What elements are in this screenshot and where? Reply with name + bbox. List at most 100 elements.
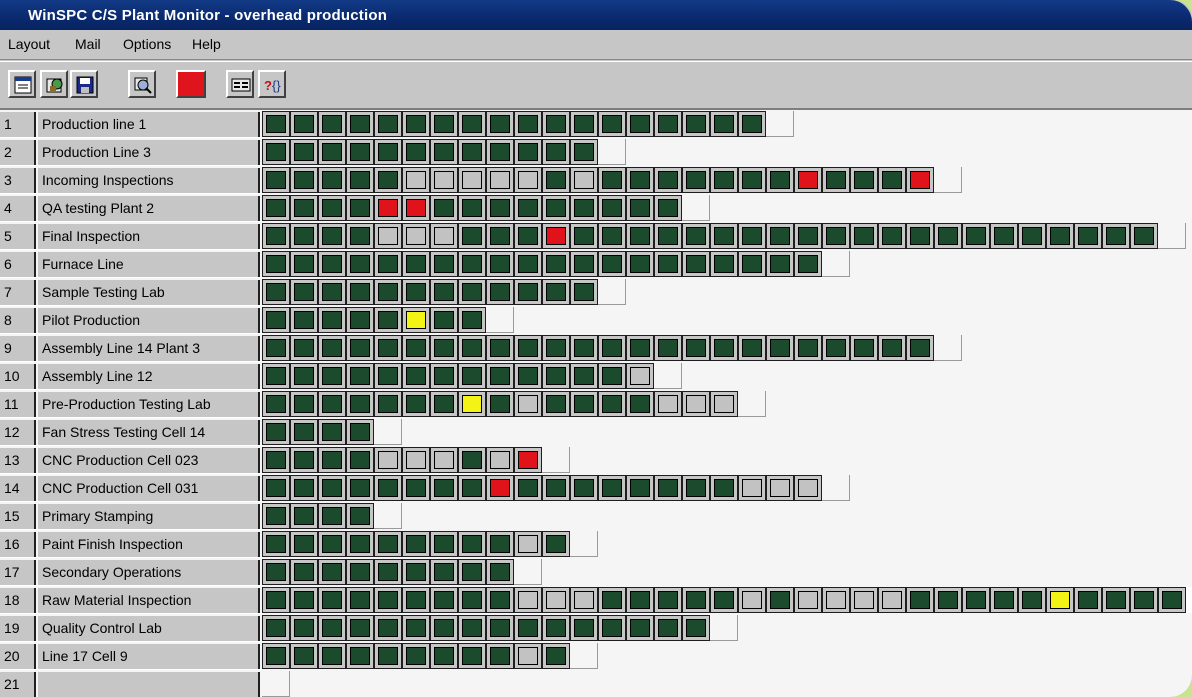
- status-ok-cell[interactable]: [570, 251, 598, 277]
- status-ok-cell[interactable]: [458, 279, 486, 305]
- status-ok-cell[interactable]: [570, 279, 598, 305]
- status-ok-cell[interactable]: [990, 223, 1018, 249]
- status-ok-cell[interactable]: [514, 363, 542, 389]
- status-ok-cell[interactable]: [290, 111, 318, 137]
- status-ok-cell[interactable]: [318, 531, 346, 557]
- status-ok-cell[interactable]: [430, 139, 458, 165]
- status-ok-cell[interactable]: [822, 223, 850, 249]
- status-ok-cell[interactable]: [430, 391, 458, 417]
- status-ok-cell[interactable]: [542, 643, 570, 669]
- status-ok-cell[interactable]: [542, 335, 570, 361]
- status-ok-cell[interactable]: [1074, 223, 1102, 249]
- status-inactive-cell[interactable]: [514, 391, 542, 417]
- status-ok-cell[interactable]: [542, 251, 570, 277]
- status-ok-cell[interactable]: [262, 419, 290, 445]
- status-ok-cell[interactable]: [486, 363, 514, 389]
- row-label[interactable]: QA testing Plant 2: [38, 196, 260, 221]
- status-ok-cell[interactable]: [514, 335, 542, 361]
- status-ok-cell[interactable]: [430, 307, 458, 333]
- status-ok-cell[interactable]: [458, 111, 486, 137]
- status-ok-cell[interactable]: [794, 251, 822, 277]
- status-ok-cell[interactable]: [402, 251, 430, 277]
- status-ok-cell[interactable]: [346, 251, 374, 277]
- status-ok-cell[interactable]: [710, 587, 738, 613]
- row-label[interactable]: [38, 672, 260, 697]
- row-label[interactable]: Assembly Line 14 Plant 3: [38, 336, 260, 361]
- status-ok-cell[interactable]: [598, 195, 626, 221]
- status-ok-cell[interactable]: [290, 251, 318, 277]
- status-ok-cell[interactable]: [318, 139, 346, 165]
- status-ok-cell[interactable]: [318, 615, 346, 641]
- row-label[interactable]: Production line 1: [38, 112, 260, 137]
- row-label[interactable]: Paint Finish Inspection: [38, 532, 260, 557]
- status-inactive-cell[interactable]: [542, 587, 570, 613]
- status-ok-cell[interactable]: [486, 251, 514, 277]
- status-ok-cell[interactable]: [486, 531, 514, 557]
- status-ok-cell[interactable]: [262, 279, 290, 305]
- status-ok-cell[interactable]: [1102, 587, 1130, 613]
- status-ok-cell[interactable]: [290, 167, 318, 193]
- status-ok-cell[interactable]: [542, 475, 570, 501]
- row-label[interactable]: Pre-Production Testing Lab: [38, 392, 260, 417]
- status-ok-cell[interactable]: [654, 335, 682, 361]
- status-ok-cell[interactable]: [934, 223, 962, 249]
- status-ok-cell[interactable]: [486, 279, 514, 305]
- status-ok-cell[interactable]: [458, 531, 486, 557]
- row-label[interactable]: Final Inspection: [38, 224, 260, 249]
- status-ok-cell[interactable]: [430, 643, 458, 669]
- status-ok-cell[interactable]: [486, 111, 514, 137]
- status-inactive-cell[interactable]: [794, 587, 822, 613]
- status-ok-cell[interactable]: [318, 279, 346, 305]
- status-ok-cell[interactable]: [794, 335, 822, 361]
- row-label[interactable]: Incoming Inspections: [38, 168, 260, 193]
- row-label[interactable]: Raw Material Inspection: [38, 588, 260, 613]
- row-label[interactable]: Line 17 Cell 9: [38, 644, 260, 669]
- status-ok-cell[interactable]: [514, 111, 542, 137]
- status-ok-cell[interactable]: [430, 559, 458, 585]
- status-ok-cell[interactable]: [402, 139, 430, 165]
- status-ok-cell[interactable]: [318, 587, 346, 613]
- status-ok-cell[interactable]: [458, 559, 486, 585]
- status-alarm-cell[interactable]: [906, 167, 934, 193]
- status-ok-cell[interactable]: [318, 223, 346, 249]
- status-ok-cell[interactable]: [486, 587, 514, 613]
- status-ok-cell[interactable]: [1018, 587, 1046, 613]
- status-ok-cell[interactable]: [318, 167, 346, 193]
- status-ok-cell[interactable]: [1074, 587, 1102, 613]
- status-ok-cell[interactable]: [346, 111, 374, 137]
- status-ok-cell[interactable]: [626, 251, 654, 277]
- status-ok-cell[interactable]: [402, 111, 430, 137]
- status-ok-cell[interactable]: [458, 223, 486, 249]
- status-ok-cell[interactable]: [598, 475, 626, 501]
- display-options-button[interactable]: [226, 70, 254, 98]
- status-ok-cell[interactable]: [374, 587, 402, 613]
- status-ok-cell[interactable]: [598, 335, 626, 361]
- status-ok-cell[interactable]: [402, 363, 430, 389]
- status-ok-cell[interactable]: [1018, 223, 1046, 249]
- status-ok-cell[interactable]: [318, 559, 346, 585]
- status-ok-cell[interactable]: [570, 223, 598, 249]
- status-ok-cell[interactable]: [290, 559, 318, 585]
- status-ok-cell[interactable]: [262, 363, 290, 389]
- status-inactive-cell[interactable]: [402, 167, 430, 193]
- status-ok-cell[interactable]: [458, 335, 486, 361]
- status-ok-cell[interactable]: [878, 335, 906, 361]
- status-ok-cell[interactable]: [262, 559, 290, 585]
- status-inactive-cell[interactable]: [514, 167, 542, 193]
- status-ok-cell[interactable]: [346, 615, 374, 641]
- status-ok-cell[interactable]: [514, 251, 542, 277]
- status-ok-cell[interactable]: [934, 587, 962, 613]
- status-warning-cell[interactable]: [458, 391, 486, 417]
- status-ok-cell[interactable]: [402, 279, 430, 305]
- status-alarm-cell[interactable]: [514, 447, 542, 473]
- status-ok-cell[interactable]: [682, 251, 710, 277]
- status-ok-cell[interactable]: [262, 195, 290, 221]
- status-ok-cell[interactable]: [542, 139, 570, 165]
- status-ok-cell[interactable]: [318, 391, 346, 417]
- status-ok-cell[interactable]: [682, 167, 710, 193]
- monitor-row[interactable]: 5 Final Inspection: [0, 222, 1192, 250]
- status-ok-cell[interactable]: [318, 363, 346, 389]
- status-ok-cell[interactable]: [262, 587, 290, 613]
- monitor-row[interactable]: 12 Fan Stress Testing Cell 14: [0, 418, 1192, 446]
- status-ok-cell[interactable]: [682, 111, 710, 137]
